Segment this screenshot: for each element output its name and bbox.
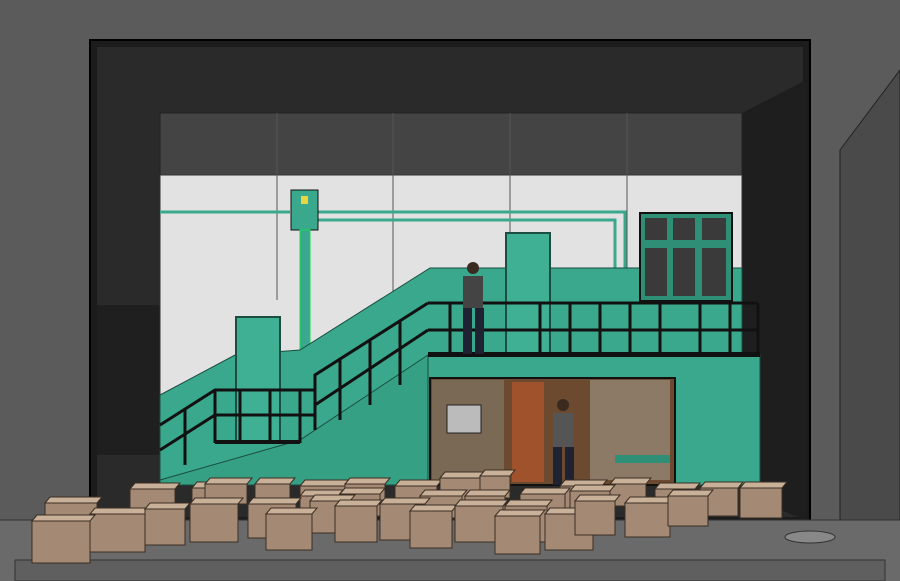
cardboard-box bbox=[739, 487, 783, 519]
room-table bbox=[615, 455, 670, 463]
cardboard-box bbox=[89, 513, 146, 553]
cardboard-box-top bbox=[503, 499, 554, 507]
room-door bbox=[512, 382, 544, 482]
cardboard-box-top bbox=[264, 507, 319, 515]
cardboard-box-top bbox=[246, 497, 303, 505]
cardboard-box bbox=[144, 508, 186, 546]
right-side-wall bbox=[839, 69, 900, 531]
cardboard-box-top bbox=[453, 499, 510, 507]
cardboard-box-top bbox=[666, 489, 715, 497]
cardboard-box bbox=[667, 495, 709, 527]
electrical-label bbox=[301, 196, 308, 204]
room-tv bbox=[446, 404, 482, 434]
cardboard-box-top bbox=[573, 494, 622, 502]
cardboard-box bbox=[265, 513, 313, 551]
cardboard-box-top bbox=[338, 487, 387, 495]
floor-trap bbox=[784, 530, 836, 544]
cardboard-box-top bbox=[30, 514, 97, 522]
upper-door bbox=[505, 232, 551, 356]
cardboard-box-top bbox=[298, 479, 352, 487]
cardboard-box bbox=[31, 520, 91, 564]
cardboard-box-top bbox=[43, 496, 104, 504]
cardboard-box bbox=[409, 510, 453, 549]
cardboard-box-top bbox=[653, 482, 702, 490]
stage-apron bbox=[14, 559, 886, 581]
cardboard-box-top bbox=[143, 502, 192, 510]
cardboard-box-top bbox=[418, 489, 469, 497]
back-wall-upper bbox=[159, 112, 743, 176]
cardboard-box-top bbox=[478, 469, 517, 477]
cardboard-box-top bbox=[333, 499, 384, 507]
cardboard-box-top bbox=[378, 497, 432, 505]
conduit bbox=[299, 229, 311, 351]
cardboard-box-top bbox=[253, 477, 297, 485]
cardboard-box-top bbox=[608, 477, 653, 485]
cardboard-box-top bbox=[128, 482, 182, 490]
landing-edge bbox=[215, 440, 300, 444]
cardboard-box bbox=[624, 502, 671, 538]
cardboard-box-top bbox=[738, 481, 789, 489]
cardboard-box-top bbox=[393, 479, 444, 487]
cardboard-box-top bbox=[438, 471, 487, 479]
cardboard-box bbox=[189, 503, 239, 543]
cardboard-box-top bbox=[518, 487, 572, 495]
cardboard-box bbox=[334, 505, 378, 543]
cardboard-box-top bbox=[493, 509, 547, 517]
room-back bbox=[590, 380, 670, 480]
cardboard-box bbox=[574, 500, 616, 536]
cardboard-box-top bbox=[568, 484, 617, 492]
cardboard-box-top bbox=[343, 477, 392, 485]
stage-scene bbox=[0, 0, 900, 581]
cardboard-box-top bbox=[408, 504, 459, 512]
cardboard-box-top bbox=[698, 481, 745, 489]
cardboard-box-top bbox=[88, 507, 152, 515]
cardboard-box bbox=[494, 515, 541, 555]
cardboard-box-top bbox=[188, 497, 245, 505]
left-wing bbox=[97, 305, 160, 455]
window-panes bbox=[645, 218, 726, 296]
cardboard-box-top bbox=[203, 477, 254, 485]
lower-door bbox=[235, 316, 281, 443]
cardboard-box-top bbox=[463, 489, 512, 497]
